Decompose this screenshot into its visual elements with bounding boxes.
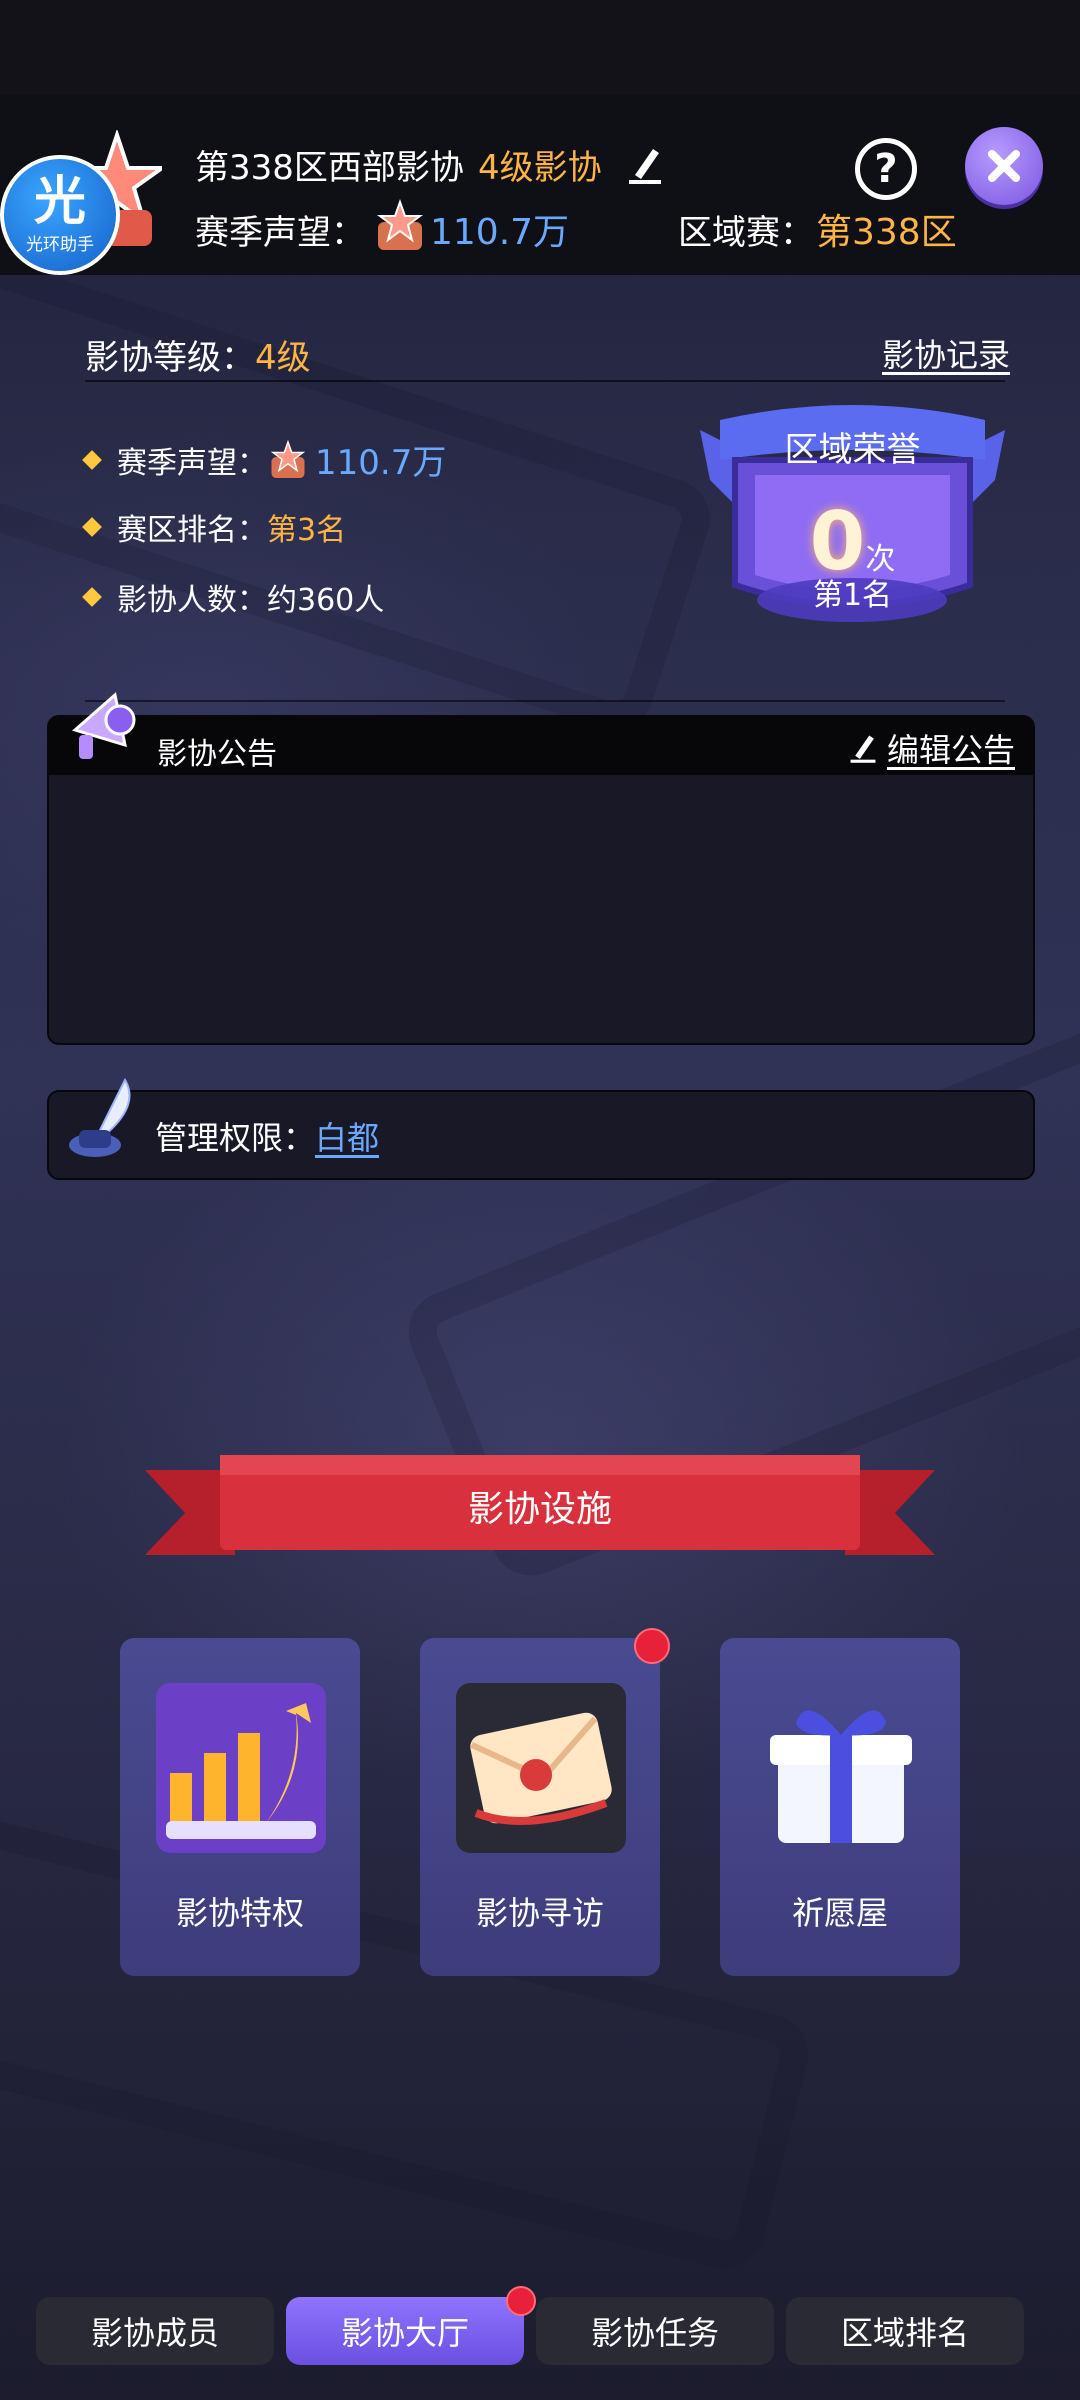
notification-dot xyxy=(506,2286,536,2316)
question-icon: ? xyxy=(874,146,898,192)
edit-notice-label: 编辑公告 xyxy=(886,731,1015,769)
region-label: 区域赛： xyxy=(678,213,814,253)
honor-title: 区域荣誉 xyxy=(784,430,921,470)
divider xyxy=(85,700,1005,702)
permission-label: 管理权限： xyxy=(155,1119,316,1157)
season-reputation-value: 110.7万 xyxy=(430,212,570,253)
facility-privilege[interactable]: 影协特权 xyxy=(120,1638,360,1976)
facility-visit[interactable]: 影协寻访 xyxy=(420,1638,660,1976)
tab-region-ranking[interactable]: 区域排名 xyxy=(786,2297,1024,2365)
edit-notice-button[interactable]: 编辑公告 xyxy=(849,725,1015,771)
avatar-char: 光 xyxy=(33,171,86,232)
close-icon xyxy=(988,150,1020,182)
help-button[interactable]: ? xyxy=(855,138,917,200)
quill-ink-icon xyxy=(69,1077,131,1157)
regional-honor-badge[interactable]: 区域荣誉 0次 第1名 xyxy=(700,400,1005,650)
reputation-icon xyxy=(270,439,306,478)
stat-rank-value: 第3名 xyxy=(267,513,347,548)
stat-reputation-label: 赛季声望： xyxy=(117,445,267,481)
guild-level-row: 影协等级：4级 xyxy=(85,330,311,379)
stat-rank-label: 赛区排名： xyxy=(117,513,267,548)
tab-tasks[interactable]: 影协任务 xyxy=(536,2297,774,2365)
tab-hall[interactable]: 影协大厅 xyxy=(286,2297,524,2365)
facility-label: 影协寻访 xyxy=(475,1894,604,1932)
edit-icon xyxy=(850,735,876,763)
bottom-tab-bar: 影协成员 影协大厅 影协任务 区域排名 xyxy=(0,2297,1080,2367)
guild-level-label: 影协等级： xyxy=(85,338,255,378)
tab-label: 影协大厅 xyxy=(340,2314,469,2352)
megaphone-icon xyxy=(71,692,136,759)
tab-label: 影协任务 xyxy=(590,2314,719,2352)
reputation-icon xyxy=(377,199,423,250)
top-strip xyxy=(0,0,1080,95)
close-button[interactable] xyxy=(965,127,1043,205)
facility-label: 影协特权 xyxy=(175,1894,304,1932)
privilege-chart-icon xyxy=(156,1683,326,1853)
stat-members: 影协人数： 约360人 xyxy=(82,575,385,619)
edit-name-icon[interactable] xyxy=(627,145,663,185)
stat-members-value: 约360人 xyxy=(267,583,385,618)
gift-box-icon xyxy=(770,1710,912,1843)
bullet-icon xyxy=(82,449,102,470)
notice-title: 影协公告 xyxy=(157,737,277,772)
honor-rank: 第1名 xyxy=(812,578,893,613)
tab-members[interactable]: 影协成员 xyxy=(36,2297,274,2365)
guild-level-value: 4级 xyxy=(255,338,311,378)
season-reputation-label: 赛季声望： xyxy=(195,213,365,253)
facilities-title: 影协设施 xyxy=(467,1489,612,1530)
guild-name: 第338区西部影协 xyxy=(195,148,464,188)
guild-records-link[interactable]: 影协记录 xyxy=(882,330,1010,376)
guild-notice-panel: 影协公告 编辑公告 xyxy=(47,715,1035,1045)
permission-row: 管理权限：白都 xyxy=(155,1113,379,1159)
divider xyxy=(85,380,1005,382)
tab-label: 影协成员 xyxy=(90,2314,219,2352)
permission-holder-link[interactable]: 白都 xyxy=(315,1119,379,1157)
tab-label: 区域排名 xyxy=(840,2314,969,2352)
stat-rank: 赛区排名： 第3名 xyxy=(82,505,347,549)
bullet-icon xyxy=(82,517,102,537)
stat-reputation: 赛季声望： 110.7万 xyxy=(82,435,447,484)
film-strip-decoration xyxy=(0,239,721,741)
stat-members-label: 影协人数： xyxy=(117,583,267,618)
notification-dot xyxy=(634,1628,670,1664)
guild-level: 4级影协 xyxy=(478,148,602,188)
facility-label: 祈愿屋 xyxy=(791,1894,888,1932)
avatar[interactable]: 光 光环助手 xyxy=(0,155,120,275)
envelope-icon xyxy=(456,1683,626,1853)
notice-header: 影协公告 编辑公告 xyxy=(49,717,1033,775)
region-value: 第338区 xyxy=(816,212,957,253)
avatar-caption: 光环助手 xyxy=(26,234,94,255)
facility-wish-house[interactable]: 祈愿屋 xyxy=(720,1638,960,1976)
bullet-icon xyxy=(82,587,102,607)
stat-reputation-value: 110.7万 xyxy=(315,443,447,483)
